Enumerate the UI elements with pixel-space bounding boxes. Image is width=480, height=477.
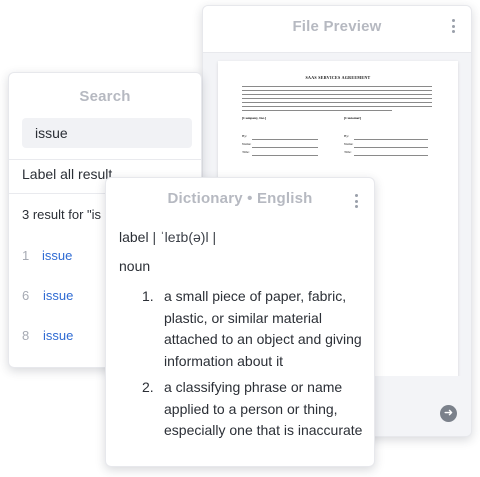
- result-number: 1: [22, 248, 30, 263]
- result-term: issue: [43, 288, 74, 303]
- dictionary-panel: Dictionary • English label | ˈleɪb(ə)l |…: [105, 177, 375, 467]
- document-heading: SAAS SERVICES AGREEMENT: [305, 75, 371, 80]
- sig-field-label: Title:: [344, 150, 352, 154]
- definition-number: 2.: [142, 379, 154, 395]
- sig-field-label: Name:: [344, 142, 354, 146]
- sig-field-label: By:: [242, 134, 248, 138]
- word: label: [119, 229, 149, 245]
- kebab-menu-icon[interactable]: [355, 194, 359, 208]
- sig-field-label: Title:: [242, 150, 250, 154]
- customer-label: [Customer]: [344, 116, 362, 120]
- definition-text: a classifying phrase or name applied to …: [164, 379, 363, 438]
- search-title: Search: [79, 88, 131, 105]
- arrow-right-circle-icon[interactable]: ➜: [440, 405, 457, 422]
- search-result-item[interactable]: 1 issue: [22, 248, 72, 263]
- result-number: 6: [22, 288, 30, 303]
- search-input[interactable]: issue: [22, 118, 192, 148]
- search-query: issue: [35, 125, 68, 141]
- part-of-speech: noun: [119, 258, 151, 274]
- definition-number: 1.: [142, 288, 154, 304]
- sig-field-label: By:: [344, 134, 350, 138]
- pronunciation: | ˈleɪb(ə)l |: [152, 229, 217, 245]
- file-preview-header: File Preview: [203, 6, 471, 53]
- definition-item: 2. a classifying phrase or name applied …: [142, 377, 364, 442]
- sig-field-label: Name:: [242, 142, 252, 146]
- definition-text: a small piece of paper, fabric, plastic,…: [164, 288, 362, 369]
- result-term: issue: [42, 248, 73, 263]
- company-label: [Company, Inc.]: [242, 116, 267, 120]
- head-word: label | ˈleɪb(ə)l |: [119, 229, 216, 245]
- result-term: issue: [43, 328, 74, 343]
- result-number: 8: [22, 328, 30, 343]
- file-preview-title: File Preview: [292, 18, 382, 35]
- label-all-results-button[interactable]: Label all result: [22, 166, 112, 182]
- definition-item: 1. a small piece of paper, fabric, plast…: [142, 286, 364, 372]
- search-result-item[interactable]: 6 issue: [22, 288, 73, 303]
- result-count: 3 result for "is: [22, 207, 102, 222]
- kebab-menu-icon[interactable]: [452, 19, 456, 33]
- search-result-item[interactable]: 8 issue: [22, 328, 73, 343]
- dictionary-title: Dictionary • English: [167, 190, 313, 207]
